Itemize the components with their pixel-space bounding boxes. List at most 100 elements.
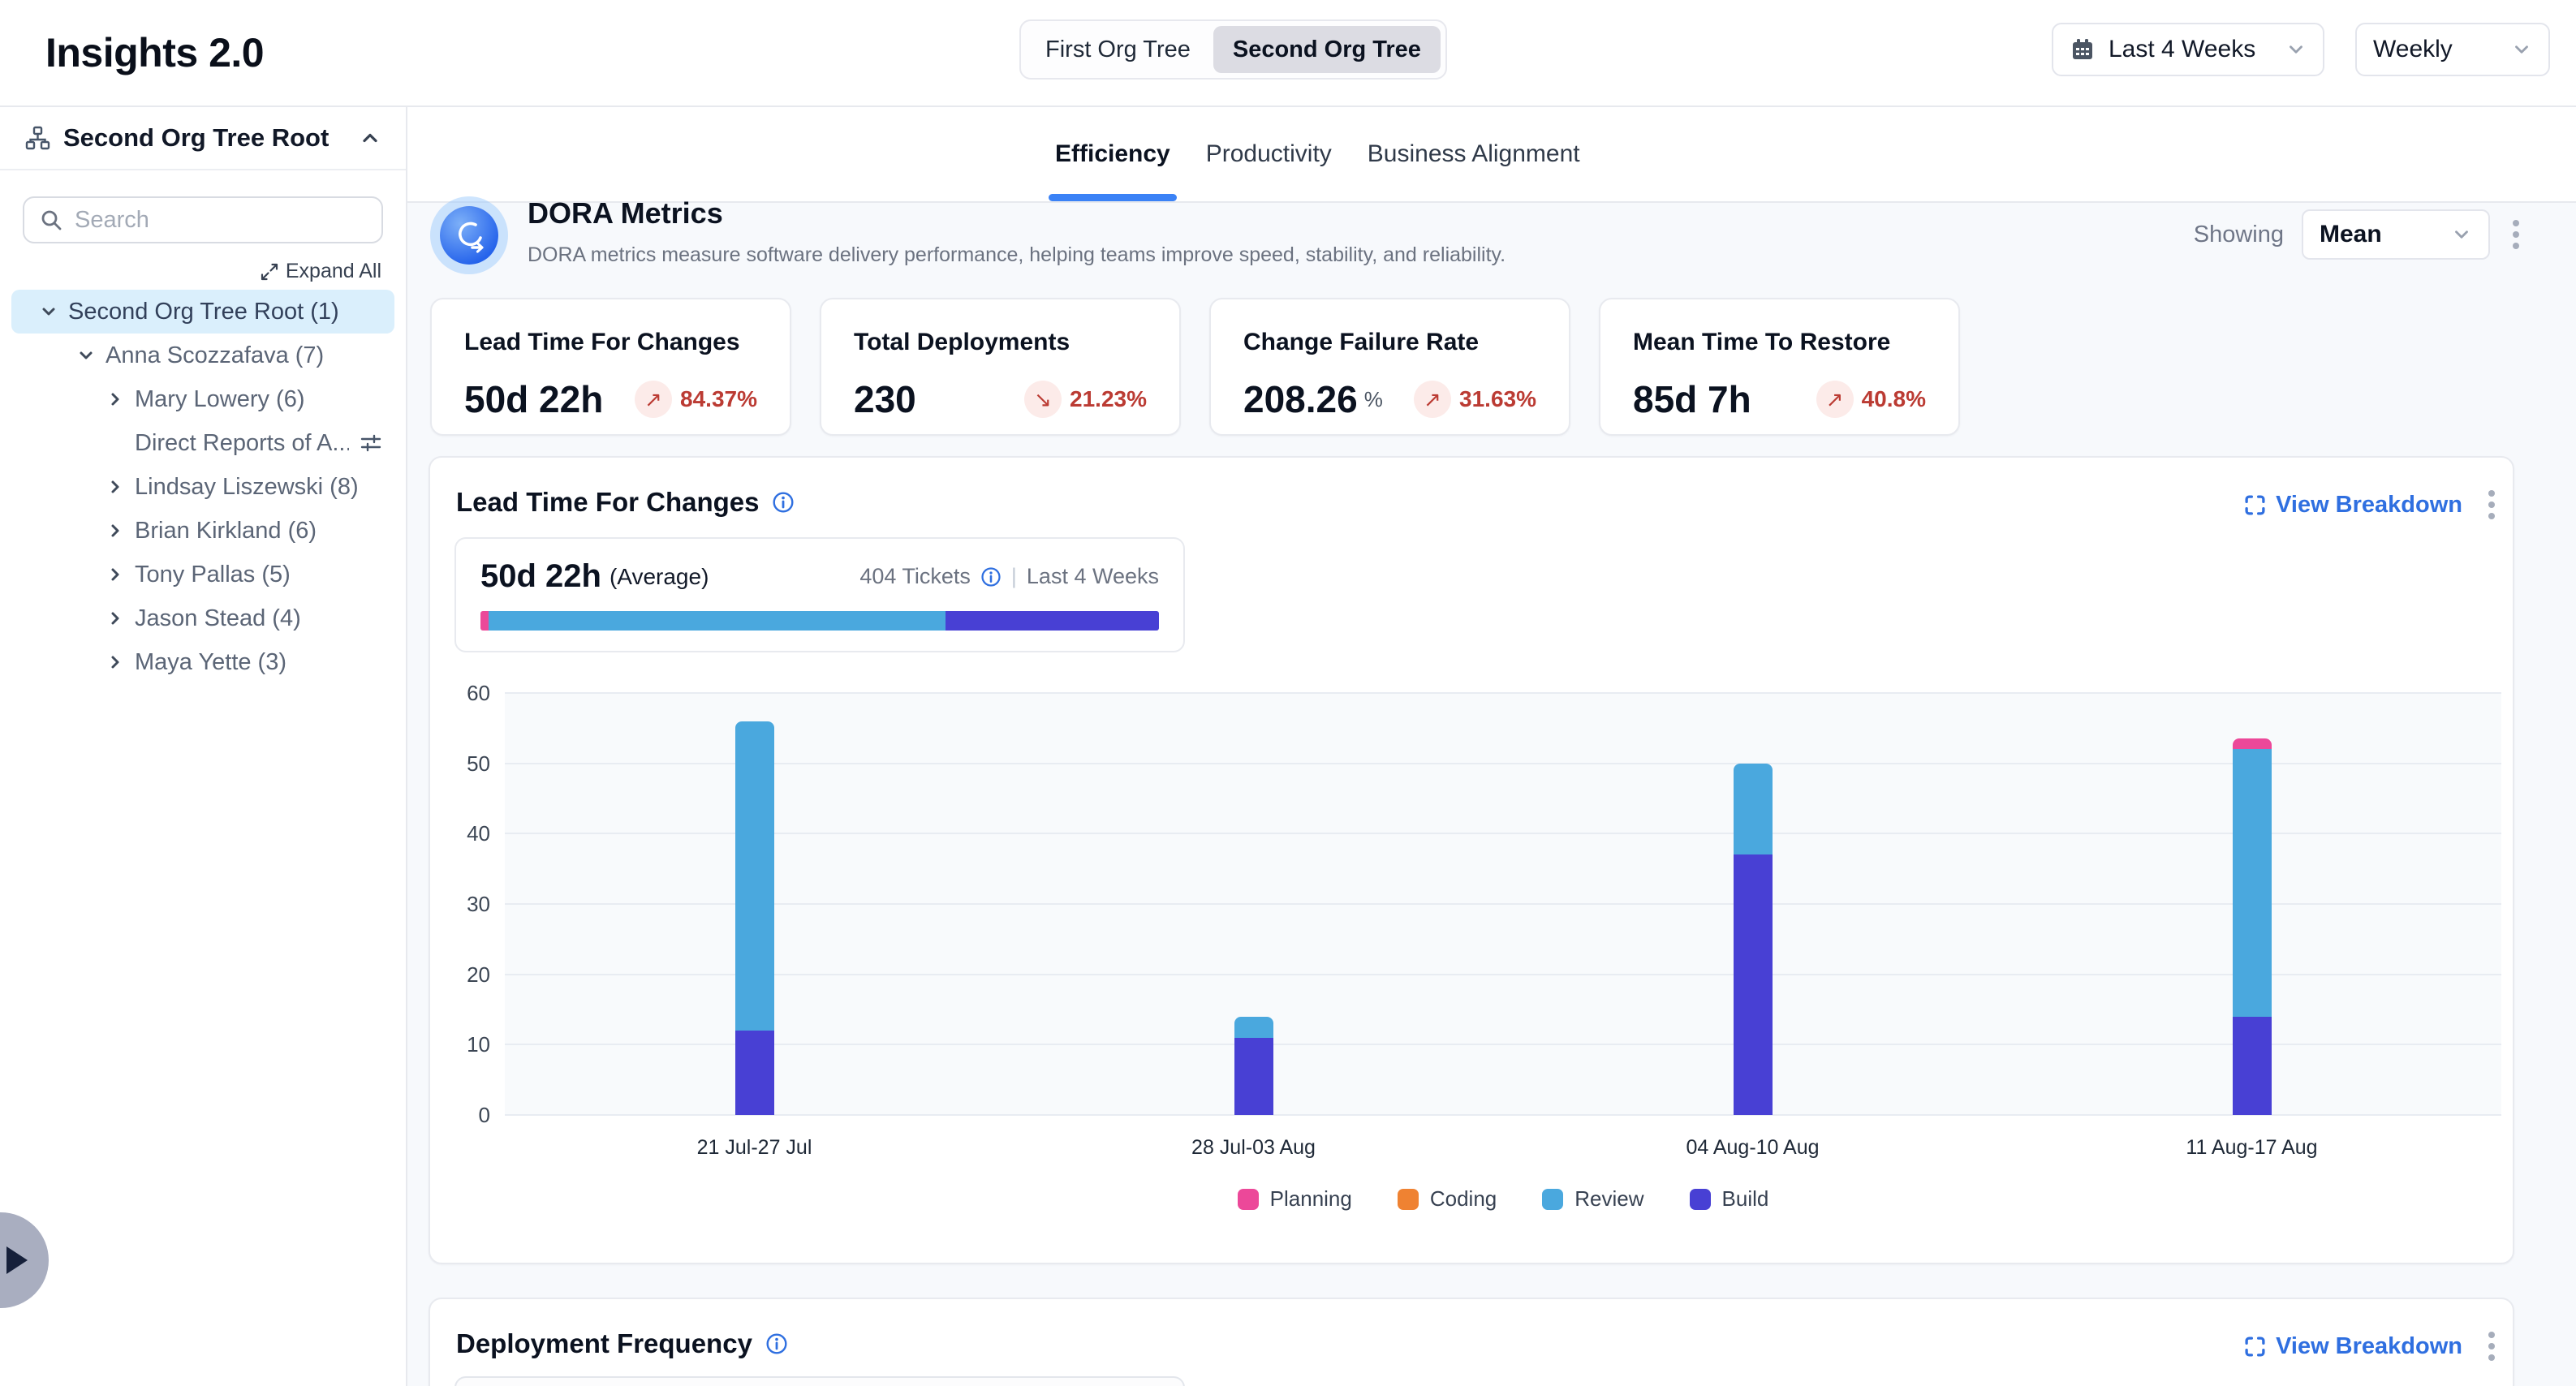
showing-mean-select[interactable]: Mean bbox=[2302, 209, 2490, 260]
filter-sliders-icon[interactable] bbox=[359, 431, 383, 455]
info-icon[interactable] bbox=[772, 491, 795, 514]
tree-item[interactable]: Direct Reports of A... bbox=[11, 421, 394, 465]
tree-item-label: Brian Kirkland (6) bbox=[135, 518, 317, 544]
date-range-select[interactable]: Last 4 Weeks bbox=[2052, 23, 2324, 76]
y-axis-tick-label: 40 bbox=[430, 821, 490, 846]
chevron-down-icon[interactable] bbox=[76, 346, 96, 365]
dora-kebab-menu[interactable] bbox=[2508, 215, 2524, 254]
legend-item-build: Build bbox=[1690, 1186, 1769, 1212]
legend-label: Coding bbox=[1430, 1186, 1497, 1212]
metric-delta-value: 31.63% bbox=[1459, 386, 1536, 412]
tree-item-label: Maya Yette (3) bbox=[135, 649, 286, 676]
stacked-bar[interactable] bbox=[1234, 1017, 1273, 1115]
chevron-right-icon[interactable] bbox=[106, 565, 125, 584]
y-axis-tick-label: 20 bbox=[430, 962, 490, 988]
bar-segment-review bbox=[1734, 764, 1773, 855]
tab-business-alignment[interactable]: Business Alignment bbox=[1368, 107, 1580, 201]
info-icon[interactable] bbox=[765, 1332, 788, 1355]
legend-swatch bbox=[1690, 1189, 1711, 1210]
chevron-right-icon[interactable] bbox=[106, 652, 125, 672]
tree-item[interactable]: Maya Yette (3) bbox=[11, 640, 394, 684]
metric-delta-value: 40.8% bbox=[1862, 386, 1926, 412]
lead-time-chart: 0102030405060 21 Jul-27 Jul28 Jul-03 Aug… bbox=[430, 693, 2513, 1245]
chart-legend: Planning Coding Review Build bbox=[505, 1186, 2501, 1212]
tree-item[interactable]: Second Org Tree Root (1) bbox=[11, 290, 394, 334]
granularity-select[interactable]: Weekly bbox=[2355, 23, 2550, 76]
view-breakdown-label: View Breakdown bbox=[2276, 492, 2462, 519]
legend-label: Planning bbox=[1270, 1186, 1352, 1212]
tree-item[interactable]: Anna Scozzafava (7) bbox=[11, 334, 394, 377]
tree-item[interactable]: Lindsay Liszewski (8) bbox=[11, 465, 394, 509]
metric-card: Change Failure Rate208.26%↗31.63% bbox=[1209, 298, 1570, 436]
sidebar-root-label: Second Org Tree Root bbox=[63, 123, 346, 153]
metric-delta-value: 21.23% bbox=[1070, 386, 1147, 412]
metric-card-title: Change Failure Rate bbox=[1243, 329, 1536, 356]
info-icon[interactable] bbox=[980, 566, 1002, 588]
metric-card-value: 230 bbox=[854, 377, 916, 421]
collapse-chevron-up-icon[interactable] bbox=[359, 127, 381, 149]
gridline bbox=[505, 692, 2501, 694]
gridline bbox=[505, 763, 2501, 764]
bar-segment-review bbox=[735, 721, 774, 1031]
dora-section-subtitle: DORA metrics measure software delivery p… bbox=[528, 243, 1506, 267]
search-box bbox=[23, 196, 383, 243]
chevron-right-icon[interactable] bbox=[106, 390, 125, 409]
bar-segment-build bbox=[1234, 1038, 1273, 1115]
lead-time-view-breakdown[interactable]: View Breakdown bbox=[2244, 492, 2462, 519]
stacked-bar[interactable] bbox=[2233, 738, 2272, 1115]
deployment-view-breakdown[interactable]: View Breakdown bbox=[2244, 1333, 2462, 1360]
legend-item-coding: Coding bbox=[1398, 1186, 1497, 1212]
expand-all-button[interactable]: Expand All bbox=[24, 260, 381, 283]
chevron-down-icon bbox=[2285, 39, 2307, 60]
tree-item[interactable]: Brian Kirkland (6) bbox=[11, 509, 394, 553]
app-title: Insights 2.0 bbox=[45, 29, 264, 76]
lead-time-kebab-menu[interactable] bbox=[2483, 485, 2500, 524]
tree-item-label: Mary Lowery (6) bbox=[135, 386, 305, 413]
metric-card: Mean Time To Restore85d 7h↗40.8% bbox=[1599, 298, 1960, 436]
sidebar-header[interactable]: Second Org Tree Root bbox=[0, 107, 406, 170]
toggle-option-second-org-tree[interactable]: Second Org Tree bbox=[1213, 26, 1441, 73]
summary-value: 50d 22h bbox=[480, 558, 601, 595]
legend-swatch bbox=[1398, 1189, 1419, 1210]
top-header: Insights 2.0 First Org TreeSecond Org Tr… bbox=[0, 0, 2576, 105]
chevron-right-icon[interactable] bbox=[106, 609, 125, 628]
bar-segment-review bbox=[2233, 749, 2272, 1016]
metric-card-value: 85d 7h bbox=[1633, 377, 1751, 421]
summary-tickets: 404 Tickets bbox=[859, 564, 971, 589]
legend-label: Review bbox=[1574, 1186, 1643, 1212]
search-icon bbox=[39, 208, 63, 232]
metric-cards-row: Lead Time For Changes50d 22h↗84.37%Total… bbox=[430, 298, 1960, 436]
chevron-right-icon[interactable] bbox=[106, 477, 125, 497]
granularity-value: Weekly bbox=[2373, 36, 2453, 63]
metric-card-title: Total Deployments bbox=[854, 329, 1147, 356]
trend-up-arrow-icon: ↗ bbox=[1414, 381, 1451, 418]
deployment-kebab-menu[interactable] bbox=[2483, 1327, 2500, 1366]
tree-item-label: Lindsay Liszewski (8) bbox=[135, 474, 359, 501]
summary-qualifier: (Average) bbox=[610, 564, 709, 590]
org-tree: Second Org Tree Root (1)Anna Scozzafava … bbox=[0, 290, 406, 684]
deployment-summary-card bbox=[454, 1376, 1185, 1386]
stacked-bar[interactable] bbox=[1734, 764, 1773, 1115]
toggle-option-first-org-tree[interactable]: First Org Tree bbox=[1026, 26, 1210, 73]
org-tree-toggle: First Org TreeSecond Org Tree bbox=[1019, 19, 1447, 80]
tab-efficiency[interactable]: Efficiency bbox=[1055, 107, 1170, 201]
tree-item[interactable]: Jason Stead (4) bbox=[11, 596, 394, 640]
tree-item[interactable]: Mary Lowery (6) bbox=[11, 377, 394, 421]
y-axis-tick-label: 30 bbox=[430, 892, 490, 917]
search-input[interactable] bbox=[75, 207, 367, 234]
chevron-right-icon[interactable] bbox=[106, 521, 125, 540]
tab-productivity[interactable]: Productivity bbox=[1206, 107, 1332, 201]
chevron-down-icon[interactable] bbox=[39, 302, 58, 321]
corners-expand-icon bbox=[2244, 494, 2266, 516]
gridline bbox=[505, 903, 2501, 905]
expand-arrows-icon bbox=[260, 262, 279, 282]
tree-item[interactable]: Tony Pallas (5) bbox=[11, 553, 394, 596]
stacked-bar[interactable] bbox=[735, 721, 774, 1115]
legend-item-review: Review bbox=[1542, 1186, 1643, 1212]
tab-bar: Efficiency Productivity Business Alignment bbox=[407, 107, 2576, 203]
metric-card: Total Deployments 230 ↘ 21.23% bbox=[820, 298, 1181, 436]
trend-down-arrow-icon: ↘ bbox=[1024, 381, 1062, 418]
metric-delta-value: 84.37% bbox=[680, 386, 757, 412]
y-axis-tick-label: 10 bbox=[430, 1032, 490, 1057]
x-axis-category-label: 28 Jul-03 Aug bbox=[1191, 1136, 1316, 1160]
